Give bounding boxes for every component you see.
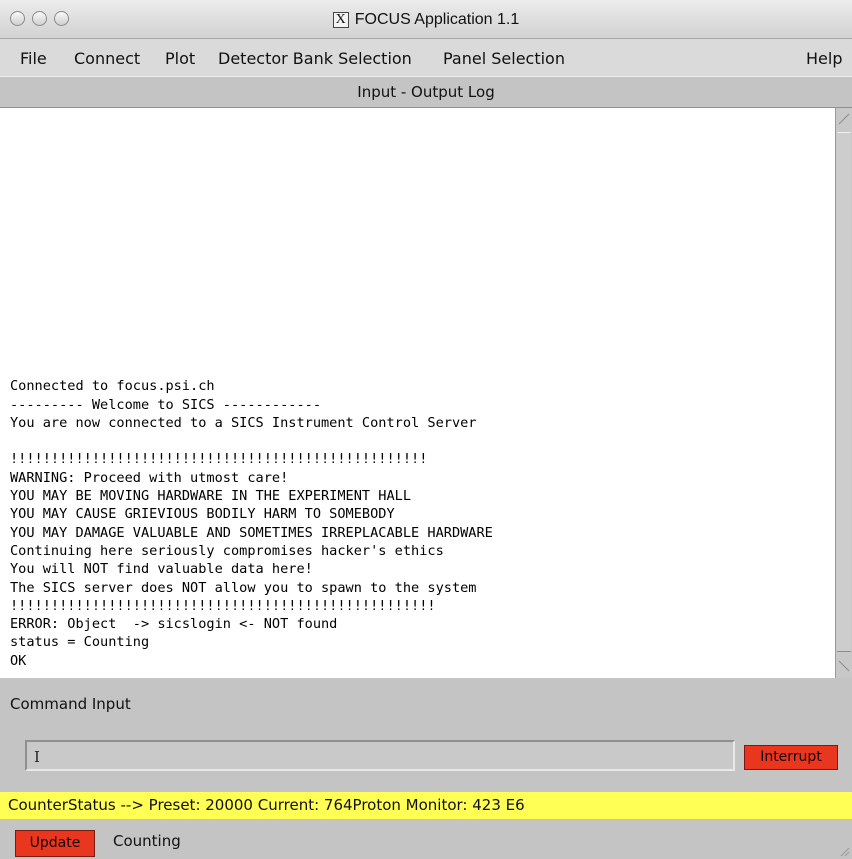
- log-line: Continuing here seriously compromises ha…: [10, 542, 444, 559]
- log-text: Connected to focus.psi.ch --------- Welc…: [10, 377, 493, 670]
- log-line: You will NOT find valuable data here!: [10, 561, 313, 578]
- log-line: You are now connected to a SICS Instrume…: [10, 414, 477, 431]
- log-line: WARNING: Proceed with utmost care!: [10, 469, 289, 486]
- log-line: The SICS server does NOT allow you to sp…: [10, 579, 477, 596]
- scroll-down-arrow-icon[interactable]: [838, 659, 850, 673]
- update-button[interactable]: Update: [15, 830, 95, 857]
- log-line: ERROR: Object -> sicslogin <- NOT found: [10, 616, 338, 633]
- resize-grip-icon[interactable]: [838, 845, 850, 857]
- window-titlebar[interactable]: X FOCUS Application 1.1: [0, 0, 852, 39]
- interrupt-button[interactable]: Interrupt: [744, 745, 838, 770]
- window-title: FOCUS Application 1.1: [354, 10, 520, 28]
- command-input[interactable]: I: [25, 740, 735, 771]
- menubar: File Connect Plot Detector Bank Selectio…: [0, 39, 852, 76]
- log-line: YOU MAY BE MOVING HARDWARE IN THE EXPERI…: [10, 488, 412, 505]
- scroll-up-arrow-icon[interactable]: [838, 112, 850, 126]
- log-scrollbar[interactable]: [835, 108, 852, 678]
- log-line: YOU MAY CAUSE GRIEVIOUS BODILY HARM TO S…: [10, 506, 395, 523]
- x11-icon: X: [332, 11, 349, 28]
- text-cursor-icon: I: [34, 748, 40, 766]
- log-line: OK: [10, 652, 27, 669]
- log-line: YOU MAY DAMAGE VALUABLE AND SOMETIMES IR…: [10, 524, 493, 541]
- log-scroll-thumb[interactable]: [837, 132, 851, 652]
- menu-connect[interactable]: Connect: [74, 49, 140, 68]
- menu-detector-bank-selection[interactable]: Detector Bank Selection: [218, 49, 412, 68]
- command-input-label: Command Input: [10, 695, 131, 713]
- menu-file[interactable]: File: [20, 49, 47, 68]
- log-line: status = Counting: [10, 634, 150, 651]
- log-line: Connected to focus.psi.ch: [10, 378, 215, 395]
- window-title-group: X FOCUS Application 1.1: [0, 0, 852, 39]
- counting-status-text: Counting: [113, 832, 181, 850]
- output-log[interactable]: Connected to focus.psi.ch --------- Welc…: [0, 108, 835, 678]
- log-line: !!!!!!!!!!!!!!!!!!!!!!!!!!!!!!!!!!!!!!!!…: [10, 597, 436, 614]
- log-line: !!!!!!!!!!!!!!!!!!!!!!!!!!!!!!!!!!!!!!!!…: [10, 451, 428, 468]
- log-line: --------- Welcome to SICS ------------: [10, 396, 321, 413]
- menu-plot[interactable]: Plot: [165, 49, 195, 68]
- log-header: Input - Output Log: [0, 76, 852, 108]
- counter-status-bar: CounterStatus --> Preset: 20000 Current:…: [0, 792, 852, 819]
- menu-panel-selection[interactable]: Panel Selection: [443, 49, 565, 68]
- command-panel: Command Input I Interrupt CounterStatus …: [0, 678, 852, 859]
- menu-help[interactable]: Help: [806, 49, 842, 68]
